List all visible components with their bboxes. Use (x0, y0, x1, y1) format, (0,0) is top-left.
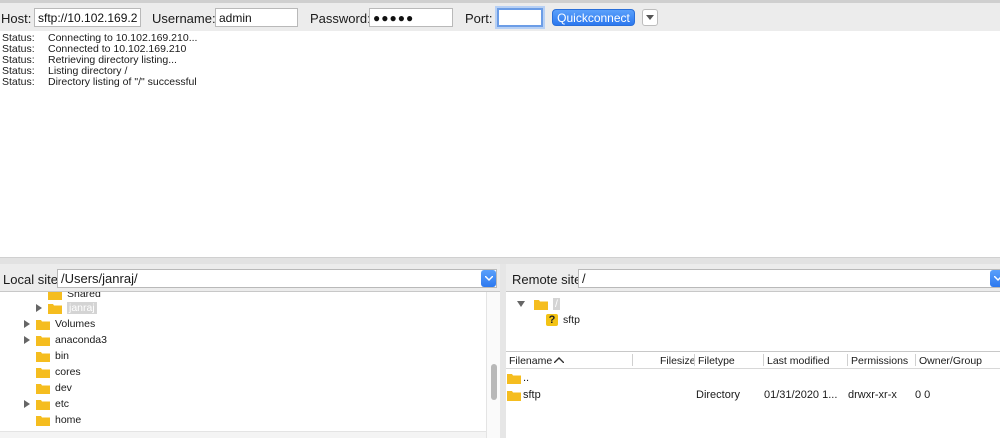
remote-tree-child-label: sftp (563, 314, 580, 326)
host-label: Host: (1, 11, 32, 26)
local-directory-tree[interactable]: Shared janraj Volumes anaconda3 bin cores dev e… (0, 291, 500, 438)
column-permissions[interactable]: Permissions (851, 355, 908, 367)
remote-file-owner: 0 0 (915, 389, 931, 401)
local-tree-vertical-scrollbar[interactable] (486, 292, 500, 438)
remote-file-name: .. (523, 372, 530, 384)
chevron-down-icon (993, 275, 1000, 281)
local-tree-item[interactable]: Volumes (36, 316, 95, 332)
local-tree-item-label: Shared (67, 291, 101, 300)
folder-icon (534, 299, 548, 310)
username-label: Username: (152, 11, 216, 26)
local-tree-item[interactable]: bin (36, 348, 69, 364)
remote-file-permissions: drwxr-xr-x (848, 389, 897, 401)
column-filename[interactable]: Filename (509, 355, 552, 367)
remote-file-list-header: Filename Filesize Filetype Last modified… (506, 352, 1000, 369)
local-site-path-combo[interactable]: /Users/janraj/ (57, 269, 497, 288)
remote-file-modified: 01/31/2020 1... (764, 389, 838, 401)
folder-icon (48, 303, 62, 314)
log-entry: Status: Directory listing of "/" successf… (0, 77, 1000, 88)
log-entry-message: Directory listing of "/" successful (48, 76, 197, 88)
column-filetype[interactable]: Filetype (698, 355, 735, 367)
sort-ascending-icon (554, 357, 564, 363)
chevron-down-icon (646, 14, 654, 20)
local-tree-item[interactable]: janraj (48, 300, 97, 316)
expand-arrow-icon[interactable] (22, 335, 32, 345)
port-input[interactable] (497, 8, 543, 27)
remote-file-type: Directory (696, 389, 741, 401)
remote-file-row[interactable]: .. (506, 370, 1000, 387)
expanded-arrow-icon[interactable] (516, 299, 526, 309)
quickconnect-bar: Host: Username: Password: Port: Quickcon… (0, 0, 1000, 33)
port-label: Port: (465, 11, 493, 26)
remote-path-dropdown[interactable] (990, 270, 1000, 287)
remote-site-path-combo[interactable]: / (578, 269, 1000, 288)
folder-icon (507, 390, 521, 404)
local-tree-item[interactable]: home (36, 412, 81, 428)
host-input[interactable] (34, 8, 141, 27)
password-label: Password: (310, 11, 371, 26)
log-entry-type: Status: (2, 76, 35, 88)
expand-arrow-icon[interactable] (22, 399, 32, 409)
folder-icon (36, 367, 50, 378)
remote-tree-root-label: / (553, 298, 560, 310)
local-tree-scroll-thumb[interactable] (491, 364, 497, 400)
local-site-label: Local site: (3, 272, 62, 287)
local-tree-item-label: bin (55, 350, 70, 362)
username-input[interactable] (215, 8, 298, 27)
local-tree-item-label: home (55, 414, 82, 426)
column-owner-group[interactable]: Owner/Group (919, 355, 982, 367)
remote-site-label: Remote site: (512, 272, 585, 287)
log-entry: Status: Retrieving directory listing... (0, 55, 1000, 66)
folder-icon (36, 383, 50, 394)
folder-icon (36, 415, 50, 426)
message-log[interactable]: Status: Connecting to 10.102.169.210... St… (0, 31, 1000, 258)
local-tree-item-label: cores (55, 366, 81, 378)
expand-arrow-icon[interactable] (34, 303, 44, 313)
local-tree-horizontal-scrollbar[interactable] (0, 431, 486, 438)
local-tree-item-label: anaconda3 (55, 334, 107, 346)
folder-icon (507, 373, 521, 387)
local-path-dropdown[interactable] (481, 270, 496, 287)
remote-site-path: / (582, 271, 586, 286)
local-tree-item[interactable]: anaconda3 (36, 332, 107, 348)
local-tree-item[interactable]: etc (36, 396, 69, 412)
remote-tree-child[interactable]: ? sftp (546, 312, 580, 328)
remote-tree-root[interactable]: / (516, 296, 560, 312)
local-tree-item-label: etc (55, 398, 70, 410)
folder-icon (48, 292, 62, 300)
remote-directory-tree[interactable]: / ? sftp (506, 291, 1000, 351)
local-tree-item-label: Volumes (55, 318, 96, 330)
column-last-modified[interactable]: Last modified (767, 355, 829, 367)
unknown-folder-icon: ? (546, 314, 558, 326)
password-input[interactable] (369, 8, 453, 27)
folder-icon (36, 399, 50, 410)
local-tree-item[interactable]: cores (36, 364, 81, 380)
local-site-path: /Users/janraj/ (61, 271, 138, 286)
remote-file-list[interactable]: Filename Filesize Filetype Last modified… (506, 351, 1000, 438)
chevron-down-icon (484, 275, 493, 281)
folder-icon (36, 351, 50, 362)
folder-icon (36, 319, 50, 330)
column-filesize[interactable]: Filesize (660, 355, 696, 367)
local-tree-item-label: dev (55, 382, 72, 394)
expand-arrow-icon[interactable] (22, 319, 32, 329)
remote-file-name: sftp (523, 389, 541, 401)
quickconnect-button[interactable]: Quickconnect (552, 9, 635, 26)
quickconnect-history-dropdown[interactable] (642, 9, 658, 26)
folder-icon (36, 335, 50, 346)
remote-file-row[interactable]: sftp Directory 01/31/2020 1... drwxr-xr-x 0 … (506, 387, 1000, 404)
local-tree-item[interactable]: dev (36, 380, 72, 396)
local-tree-item-label: janraj (67, 302, 97, 314)
